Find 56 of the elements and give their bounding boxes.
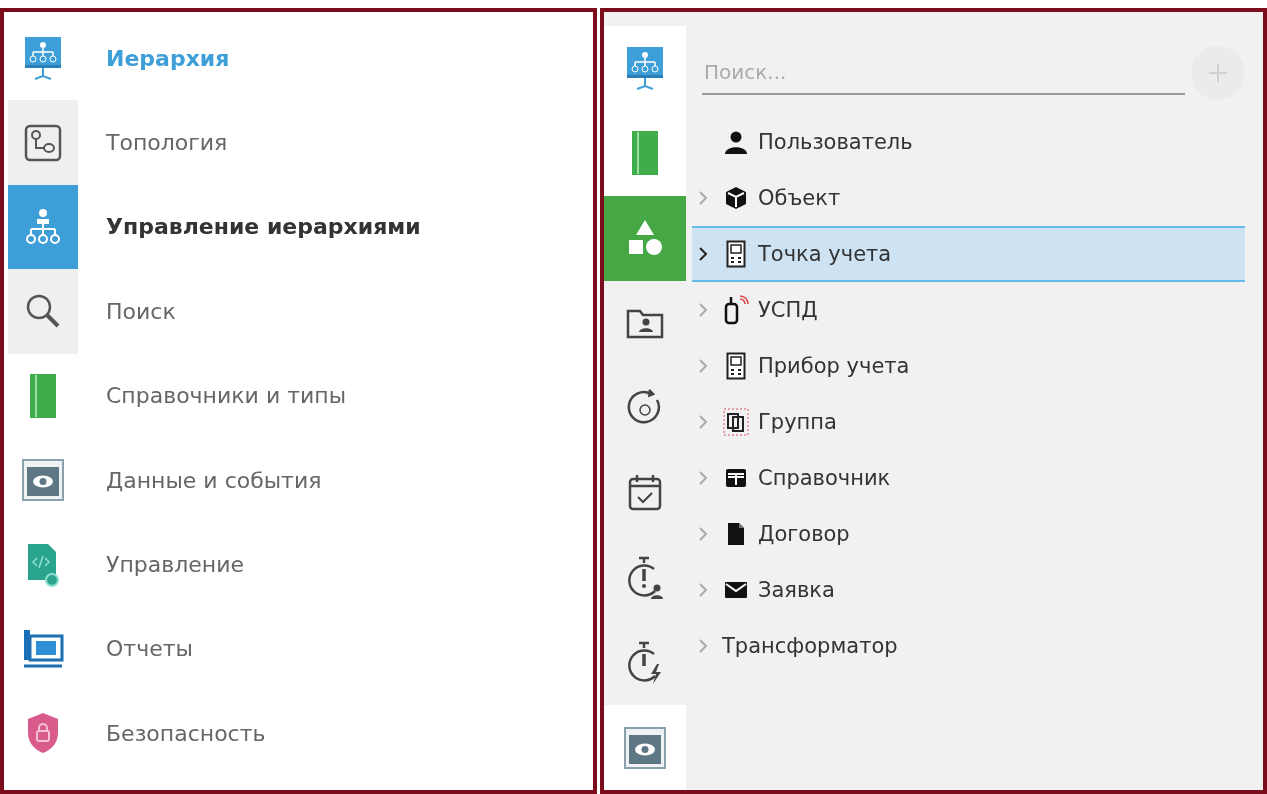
hierarchy-monitor-icon	[625, 45, 665, 92]
menu-item[interactable]: Отчеты	[106, 636, 193, 662]
tree-label: Трансформатор	[722, 634, 898, 658]
menu-item[interactable]: Данные и события	[106, 467, 322, 493]
tree-row[interactable]: Объект	[692, 170, 1245, 226]
menu-icon-tile[interactable]	[8, 100, 78, 185]
menu-item[interactable]: Управление иерархиями	[106, 214, 421, 240]
hierarchy-monitor-icon	[23, 35, 63, 82]
eye-window-icon	[21, 458, 65, 503]
tree-label: Группа	[758, 410, 837, 434]
tree-label: Точка учета	[758, 242, 892, 266]
book-icon	[631, 130, 659, 177]
tree-row[interactable]: Договор	[692, 506, 1245, 562]
device-icon	[723, 295, 749, 325]
shield-lock-icon	[25, 711, 61, 756]
tree-row[interactable]: Справочник	[692, 450, 1245, 506]
book-icon	[29, 372, 57, 419]
tree-label: Прибор учета	[758, 354, 910, 378]
cube-icon	[725, 186, 747, 210]
tree-row[interactable]: Прибор учета	[692, 338, 1245, 394]
tree-label: УСПД	[758, 298, 818, 322]
menu-item[interactable]: Справочники и типы	[106, 383, 347, 409]
meter-icon	[726, 352, 746, 380]
user-icon	[724, 130, 748, 154]
table-icon	[725, 468, 747, 488]
tree-label: Справочник	[758, 466, 891, 490]
hierarchy-icon	[25, 206, 61, 247]
tree-row[interactable]: УСПД	[692, 282, 1245, 338]
tree-row[interactable]: Группа	[692, 394, 1245, 450]
document-icon	[727, 522, 745, 546]
tree-label: Объект	[758, 186, 841, 210]
script-gear-icon	[26, 541, 60, 588]
topology-icon	[23, 122, 63, 163]
calendar-check-icon	[627, 472, 663, 513]
chevron-icon[interactable]	[698, 246, 708, 262]
menu-title: Иерархия	[106, 45, 230, 71]
mail-icon	[724, 581, 748, 599]
tree-label: Договор	[758, 522, 850, 546]
menu-item[interactable]: Управление	[106, 552, 244, 578]
eye-window-icon	[623, 725, 667, 770]
menu-icon-tile[interactable]	[8, 184, 78, 270]
group-icon	[723, 408, 749, 436]
menu-icon-tile[interactable]	[8, 269, 78, 354]
menu-item[interactable]: Топология	[106, 130, 228, 156]
stopwatch-user-icon	[625, 554, 665, 601]
tree-row[interactable]: Точка учета	[692, 226, 1245, 282]
tree-label: Заявка	[758, 578, 835, 602]
menu-item[interactable]: Безопасность	[106, 720, 266, 746]
search-field[interactable]: Поиск...	[702, 51, 1185, 95]
plus-icon	[1208, 63, 1228, 83]
tree-row[interactable]: Трансформатор	[692, 618, 1245, 674]
tree-row[interactable]: Пользователь	[692, 114, 1245, 170]
tree-row[interactable]: Заявка	[692, 562, 1245, 618]
menu-item[interactable]: Поиск	[106, 298, 176, 324]
tree-label: Пользователь	[758, 130, 913, 154]
meter-icon	[726, 240, 746, 268]
